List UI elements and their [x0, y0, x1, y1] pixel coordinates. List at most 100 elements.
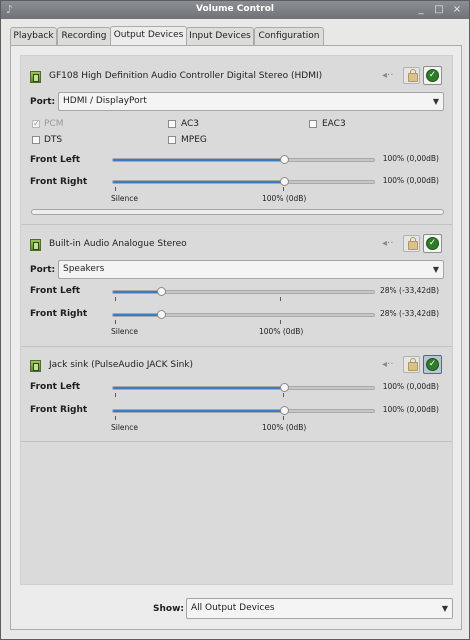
slider-fill	[113, 291, 161, 293]
slider-handle[interactable]	[157, 310, 166, 319]
volume-slider[interactable]	[112, 383, 375, 392]
output-devices-panel: GF108 High Definition Audio Controller D…	[10, 45, 462, 630]
unity-tick	[280, 320, 281, 324]
set-default-button[interactable]: ✓	[423, 355, 442, 374]
unity-mark: 100% (0dB)	[259, 327, 304, 336]
silence-mark: Silence	[111, 327, 139, 336]
slider-fill	[113, 159, 284, 161]
slider-handle[interactable]	[280, 177, 289, 186]
format-eac3-checkbox[interactable]	[309, 120, 317, 128]
channel-label: Front Left	[30, 155, 81, 165]
device-name: Jack sink (PulseAudio JACK Sink)	[49, 360, 193, 370]
lock-channels-button[interactable]	[403, 235, 420, 252]
channel-label: Front Right	[30, 405, 88, 415]
format-ac3-checkbox[interactable]	[168, 120, 176, 128]
tab-playback[interactable]: Playback	[10, 27, 57, 45]
silence-tick	[115, 416, 116, 420]
lock-icon	[408, 69, 418, 82]
slider-handle[interactable]	[280, 155, 289, 164]
close-button[interactable]: ×	[451, 4, 463, 16]
port-label: Port:	[30, 97, 56, 107]
volume-control-window: ♪ Volume Control _ □ × Playback Recordin…	[0, 0, 470, 640]
format-dts-checkbox[interactable]	[32, 136, 40, 144]
slider-fill	[113, 410, 284, 412]
title-bar[interactable]: ♪ Volume Control _ □ ×	[1, 1, 469, 19]
tab-input-devices[interactable]: Input Devices	[186, 27, 254, 45]
port-label: Port:	[30, 265, 56, 275]
volume-value: 100% (0,00dB)	[382, 154, 439, 163]
silence-mark: Silence	[111, 423, 139, 432]
channel-label: Front Left	[30, 382, 81, 392]
show-select-value: All Output Devices	[191, 603, 275, 613]
slider-handle[interactable]	[280, 406, 289, 415]
device-name: GF108 High Definition Audio Controller D…	[49, 71, 323, 81]
unity-mark: 100% (0dB)	[262, 423, 307, 432]
channel-label: Front Right	[30, 309, 88, 319]
port-select[interactable]: Speakers ▼	[58, 260, 444, 279]
check-icon: ✓	[426, 237, 439, 250]
maximize-button[interactable]: □	[433, 4, 445, 16]
volume-value: 100% (0,00dB)	[382, 176, 439, 185]
volume-value: 100% (0,00dB)	[382, 405, 439, 414]
device-name: Built-in Audio Analogue Stereo	[49, 239, 187, 249]
format-ac3-label: AC3	[181, 119, 200, 129]
unity-tick	[283, 187, 284, 191]
slider-handle[interactable]	[157, 287, 166, 296]
format-pcm-label: PCM	[44, 119, 64, 129]
set-default-button[interactable]: ✓	[423, 234, 442, 253]
unity-mark: 100% (0dB)	[262, 194, 307, 203]
speaker-mute-icon[interactable]: ◂··	[382, 359, 393, 370]
format-pcm-checkbox[interactable]: ✓	[32, 120, 40, 128]
channel-label: Front Left	[30, 286, 81, 296]
volume-slider[interactable]	[112, 310, 375, 319]
separator	[21, 224, 452, 225]
show-label: Show:	[153, 604, 184, 614]
slider-fill	[113, 314, 161, 316]
volume-value: 28% (-33,42dB)	[380, 309, 439, 318]
tab-output-devices[interactable]: Output Devices	[110, 26, 187, 45]
port-select-value: Speakers	[63, 264, 105, 274]
volume-slider[interactable]	[112, 155, 375, 164]
silence-tick	[115, 187, 116, 191]
silence-tick	[115, 297, 116, 301]
slider-fill	[113, 181, 284, 183]
port-select-value: HDMI / DisplayPort	[63, 96, 147, 106]
channel-label: Front Right	[30, 177, 88, 187]
unity-tick	[283, 393, 284, 397]
tab-configuration[interactable]: Configuration	[254, 27, 324, 45]
lock-channels-button[interactable]	[403, 356, 420, 373]
lock-icon	[408, 237, 418, 250]
unity-tick	[280, 297, 281, 301]
volume-value: 28% (-33,42dB)	[380, 286, 439, 295]
chevron-down-icon: ▼	[432, 265, 439, 274]
lock-icon	[408, 358, 418, 371]
unity-tick	[283, 416, 284, 420]
format-mpeg-label: MPEG	[181, 135, 207, 145]
port-select[interactable]: HDMI / DisplayPort ▼	[58, 92, 444, 111]
progress-bar	[31, 209, 444, 215]
device-list[interactable]: GF108 High Definition Audio Controller D…	[20, 55, 453, 585]
separator	[21, 346, 452, 347]
volume-slider[interactable]	[112, 287, 375, 296]
show-select[interactable]: All Output Devices ▼	[186, 598, 453, 619]
slider-fill	[113, 387, 284, 389]
window-title: Volume Control	[196, 4, 274, 14]
silence-tick	[115, 320, 116, 324]
volume-slider[interactable]	[112, 177, 375, 186]
speaker-mute-icon[interactable]: ◂··	[382, 70, 393, 81]
minimize-button[interactable]: _	[415, 4, 427, 16]
volume-slider[interactable]	[112, 406, 375, 415]
check-icon: ✓	[426, 358, 439, 371]
audio-card-icon	[30, 360, 41, 372]
speaker-mute-icon[interactable]: ◂··	[382, 238, 393, 249]
tab-recording[interactable]: Recording	[57, 27, 111, 45]
separator	[21, 441, 452, 442]
format-mpeg-checkbox[interactable]	[168, 136, 176, 144]
set-default-button[interactable]: ✓	[423, 66, 442, 85]
chevron-down-icon: ▼	[441, 604, 448, 613]
silence-tick	[115, 393, 116, 397]
lock-channels-button[interactable]	[403, 67, 420, 84]
slider-handle[interactable]	[280, 383, 289, 392]
format-eac3-label: EAC3	[322, 119, 346, 129]
format-dts-label: DTS	[44, 135, 63, 145]
